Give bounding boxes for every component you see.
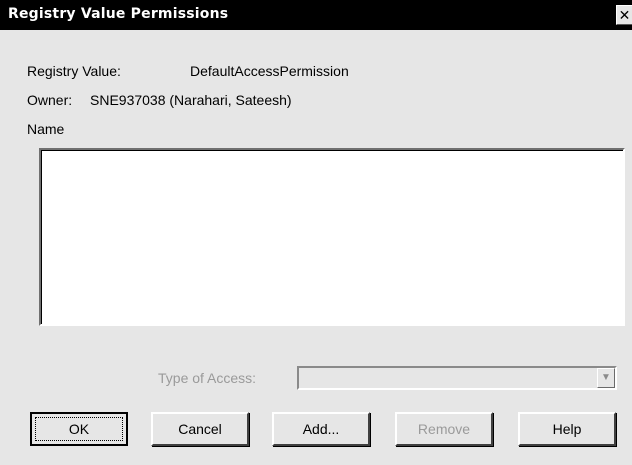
cancel-button[interactable]: Cancel <box>151 412 249 446</box>
name-list-label: Name <box>27 121 65 137</box>
type-of-access-select[interactable]: ▼ <box>297 366 617 390</box>
name-listbox[interactable] <box>39 148 625 326</box>
add-button-label: Add... <box>302 421 340 437</box>
remove-button-label: Remove <box>417 421 471 437</box>
title-bar: Registry Value Permissions ✕ <box>0 0 632 30</box>
registry-permissions-dialog: Registry Value Permissions ✕ Registry Va… <box>0 0 632 465</box>
owner-value: SNE937038 (Narahari, Sateesh) <box>90 92 292 108</box>
chevron-down-icon[interactable]: ▼ <box>597 368 615 388</box>
ok-button-label: OK <box>68 421 90 437</box>
dialog-title: Registry Value Permissions <box>8 6 229 22</box>
owner-label: Owner: <box>27 92 73 108</box>
ok-button[interactable]: OK <box>30 412 128 446</box>
close-icon[interactable]: ✕ <box>616 5 632 25</box>
registry-value-label: Registry Value: <box>27 63 121 79</box>
help-button-label: Help <box>552 421 582 437</box>
remove-button[interactable]: Remove <box>395 412 493 446</box>
cancel-button-label: Cancel <box>178 421 222 437</box>
add-button[interactable]: Add... <box>272 412 370 446</box>
type-of-access-label: Type of Access: <box>158 370 257 386</box>
help-button[interactable]: Help <box>518 412 616 446</box>
registry-value-text: DefaultAccessPermission <box>190 63 349 79</box>
